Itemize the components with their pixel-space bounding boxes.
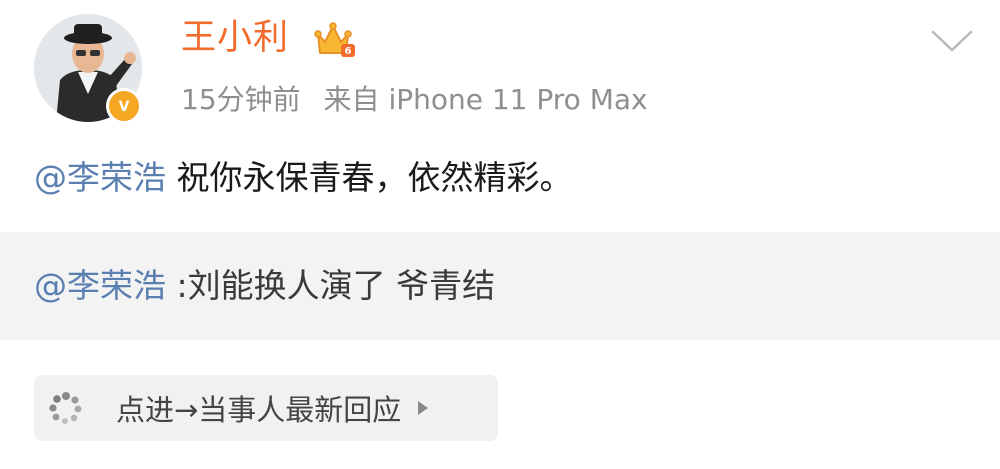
mention-link[interactable]: @李荣浩	[34, 158, 166, 197]
post-time: 15分钟前	[181, 83, 301, 116]
post-text: @李荣浩 祝你永保青春，依然精彩。	[34, 154, 573, 202]
username[interactable]: 王小利	[181, 16, 289, 60]
latest-response-label: 点进→当事人最新回应	[116, 393, 402, 427]
chevron-down-icon[interactable]	[930, 28, 974, 54]
crown-badge-icon[interactable]: 6	[313, 20, 357, 60]
post-body: 祝你永保青春，依然精彩。	[166, 158, 573, 197]
play-arrow-icon	[418, 401, 429, 415]
post-meta: 15分钟前 来自 iPhone 11 Pro Max	[181, 80, 648, 120]
repost-body: :刘能换人演了 爷青结	[166, 266, 496, 305]
repost-block[interactable]: @李荣浩 :刘能换人演了 爷青结	[0, 232, 1000, 340]
verified-badge-icon: V	[106, 88, 142, 124]
weibo-post: V 王小利 6 15分钟前 来自 iPhone 11 Pro Max @李荣浩 …	[0, 0, 1000, 469]
svg-text:6: 6	[345, 46, 352, 57]
loading-spinner-icon	[49, 392, 82, 424]
repost-mention-link[interactable]: @李荣浩	[34, 266, 166, 305]
latest-response-chip[interactable]: 点进→当事人最新回应	[34, 375, 498, 441]
svg-text:V: V	[119, 99, 130, 115]
post-source[interactable]: 来自 iPhone 11 Pro Max	[324, 83, 648, 116]
repost-text: @李荣浩 :刘能换人演了 爷青结	[34, 262, 495, 310]
